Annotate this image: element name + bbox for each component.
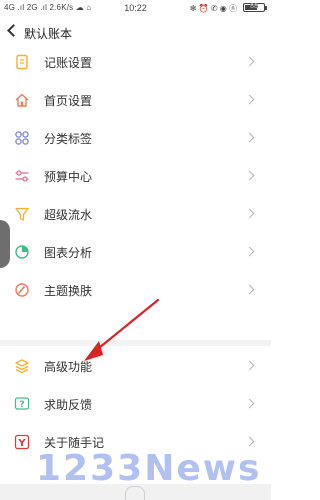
bottom-navigation-bar	[0, 484, 271, 500]
home-button[interactable]	[125, 486, 145, 500]
watermark: 1233News	[36, 448, 262, 489]
annotation-arrow	[84, 298, 160, 361]
